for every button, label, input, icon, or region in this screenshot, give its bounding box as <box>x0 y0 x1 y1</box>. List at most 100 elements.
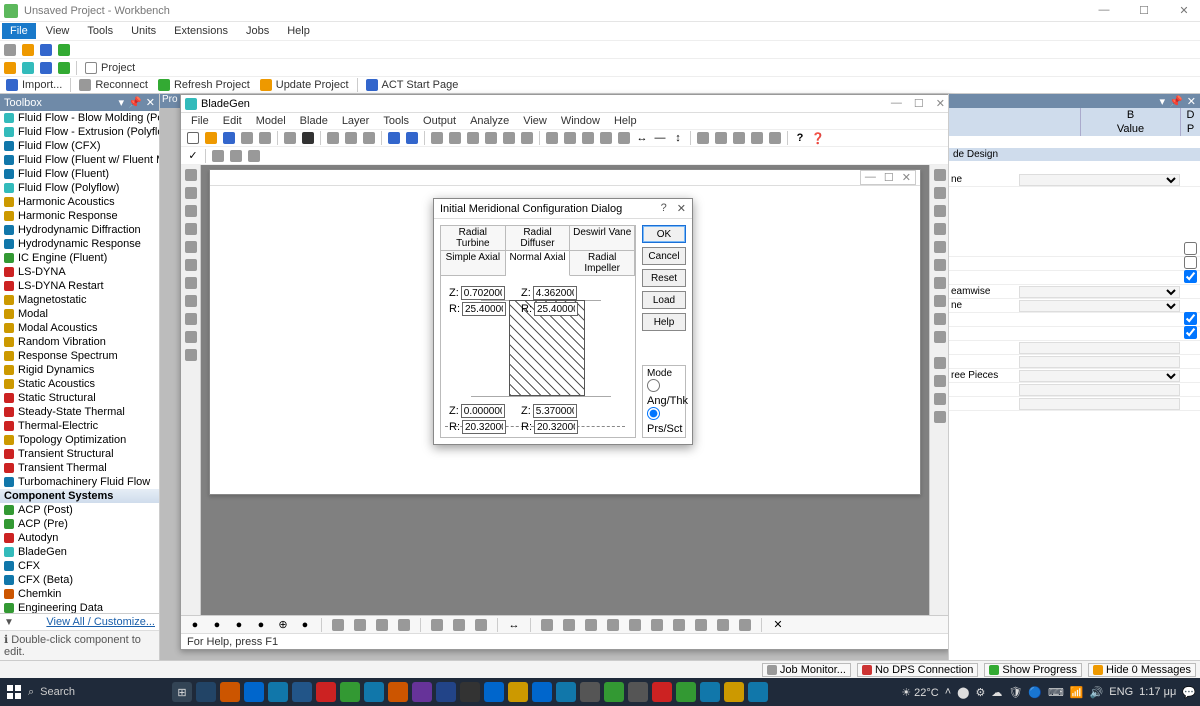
fg8-icon[interactable] <box>693 617 709 633</box>
bg-curve4-icon[interactable] <box>749 130 765 146</box>
bg-r4-icon[interactable] <box>932 221 948 237</box>
bg-zoom3-icon[interactable] <box>580 130 596 146</box>
bg-l3-icon[interactable] <box>183 203 199 219</box>
fg3-icon[interactable] <box>583 617 599 633</box>
bg-t2c-icon[interactable] <box>246 148 262 164</box>
r1-input[interactable] <box>462 302 506 316</box>
r4-input[interactable] <box>534 420 578 434</box>
toolbox-item[interactable]: Chemkin <box>0 587 159 601</box>
task-21-icon[interactable] <box>676 682 696 702</box>
new-icon[interactable] <box>2 42 18 58</box>
task-13-icon[interactable] <box>484 682 504 702</box>
toolbox-item[interactable]: LS-DYNA Restart <box>0 279 159 293</box>
toolbox-item[interactable]: ACP (Pre) <box>0 517 159 531</box>
menu-tools[interactable]: Tools <box>79 23 121 39</box>
bg-save-icon[interactable] <box>221 130 237 146</box>
bg-menu-view[interactable]: View <box>517 114 553 128</box>
prop-pin-icon[interactable]: 📌 <box>1169 95 1183 107</box>
fg2-icon[interactable] <box>561 617 577 633</box>
bg-whatsthis-icon[interactable]: ❓ <box>810 130 826 146</box>
back-icon[interactable] <box>2 60 18 76</box>
toolbox-dropdown-icon[interactable]: ▾ <box>119 96 125 109</box>
bg-l11-icon[interactable] <box>183 347 199 363</box>
refresh-icon[interactable] <box>56 42 72 58</box>
bg-t2b-icon[interactable] <box>228 148 244 164</box>
bg-curve2-icon[interactable] <box>713 130 729 146</box>
r2-input[interactable] <box>534 302 578 316</box>
bg-l9-icon[interactable] <box>183 311 199 327</box>
tray-notif-icon[interactable]: 💬 <box>1182 686 1196 699</box>
bg-zoom2-icon[interactable] <box>562 130 578 146</box>
toolbox-list[interactable]: Fluid Flow - Blow Molding (Polyflow)Flui… <box>0 111 159 613</box>
bg-l10-icon[interactable] <box>183 329 199 345</box>
ftool7-icon[interactable] <box>473 617 489 633</box>
toolbox-item[interactable]: Turbomachinery Fluid Flow <box>0 475 159 489</box>
reset-button[interactable]: Reset <box>642 269 686 287</box>
bg-r3-icon[interactable] <box>932 203 948 219</box>
task-11-icon[interactable] <box>436 682 456 702</box>
dps-status[interactable]: No DPS Connection <box>857 663 978 677</box>
bg-l6-icon[interactable] <box>183 257 199 273</box>
start-button[interactable] <box>4 682 24 702</box>
bg-r7-icon[interactable] <box>932 275 948 291</box>
import-button[interactable]: Import... <box>2 79 66 91</box>
task-view-icon[interactable]: ⊞ <box>172 682 192 702</box>
task-8-icon[interactable] <box>364 682 384 702</box>
forward-icon[interactable] <box>20 60 36 76</box>
bg-menu-file[interactable]: File <box>185 114 215 128</box>
tray-lang[interactable]: ENG <box>1109 686 1133 698</box>
show-progress-button[interactable]: Show Progress <box>984 663 1082 677</box>
bg-r13-icon[interactable] <box>932 391 948 407</box>
save-icon[interactable] <box>38 42 54 58</box>
task-23-icon[interactable] <box>724 682 744 702</box>
ftool5-icon[interactable] <box>429 617 445 633</box>
tab-radial-impeller[interactable]: Radial Impeller <box>570 251 635 276</box>
task-6-icon[interactable] <box>316 682 336 702</box>
taskbar-search[interactable]: ⌕ Search <box>28 681 168 703</box>
bg-zoom4-icon[interactable] <box>598 130 614 146</box>
toolbox-item[interactable]: IC Engine (Fluent) <box>0 251 159 265</box>
help-button[interactable]: Help <box>642 313 686 331</box>
prop-dropdown-icon[interactable]: ▾ <box>1160 95 1166 107</box>
bg-undo-icon[interactable] <box>386 130 402 146</box>
bg-l4-icon[interactable] <box>183 221 199 237</box>
fdot4-icon[interactable]: ● <box>253 617 269 633</box>
toolbox-item[interactable]: Random Vibration <box>0 335 159 349</box>
bg-r10-icon[interactable] <box>932 329 948 345</box>
r3-input[interactable] <box>462 420 506 434</box>
bg-menu-blade[interactable]: Blade <box>294 114 334 128</box>
reconnect-button[interactable]: Reconnect <box>75 79 152 91</box>
fdot3-icon[interactable]: ● <box>231 617 247 633</box>
nav-icon[interactable] <box>38 60 54 76</box>
dialog-help-icon[interactable]: ? <box>661 202 667 215</box>
fdot2-icon[interactable]: ● <box>209 617 225 633</box>
bg-r12-icon[interactable] <box>932 373 948 389</box>
bg-curve1-icon[interactable] <box>695 130 711 146</box>
fdot5-icon[interactable]: ⊕ <box>275 617 291 633</box>
hide-messages-button[interactable]: Hide 0 Messages <box>1088 663 1196 677</box>
inner-min-icon[interactable]: ― <box>865 171 876 184</box>
farrow-icon[interactable]: ↔ <box>506 617 522 633</box>
task-16-icon[interactable] <box>556 682 576 702</box>
toolbox-item[interactable]: Fluid Flow (Fluent w/ Fluent Meshing) () <box>0 153 159 167</box>
bg-menu-analyze[interactable]: Analyze <box>464 114 515 128</box>
filter-icon[interactable]: ▼ <box>4 617 14 628</box>
task-2-icon[interactable] <box>220 682 240 702</box>
tab-radial-turbine[interactable]: Radial Turbine <box>441 226 506 251</box>
toolbox-item[interactable]: Hydrodynamic Diffraction <box>0 223 159 237</box>
tray-2-icon[interactable]: ⚙ <box>975 686 985 699</box>
prop-reepieces-select[interactable] <box>1019 370 1180 382</box>
prop-eamwise-select[interactable] <box>1019 286 1180 298</box>
menu-extensions[interactable]: Extensions <box>166 23 236 39</box>
tab-deswirl-vane[interactable]: Deswirl Vane <box>570 226 635 251</box>
toolbox-item[interactable]: CFX (Beta) <box>0 573 159 587</box>
toolbox-item[interactable]: BladeGen <box>0 545 159 559</box>
bg-l1-icon[interactable] <box>183 167 199 183</box>
refresh-project-button[interactable]: Refresh Project <box>154 79 254 91</box>
fg4-icon[interactable] <box>605 617 621 633</box>
nav2-icon[interactable] <box>56 60 72 76</box>
toolbox-section-component[interactable]: Component Systems <box>0 489 159 503</box>
bg-close-icon[interactable]: ✕ <box>936 97 945 110</box>
bg-r1-icon[interactable] <box>932 167 948 183</box>
fg1-icon[interactable] <box>539 617 555 633</box>
